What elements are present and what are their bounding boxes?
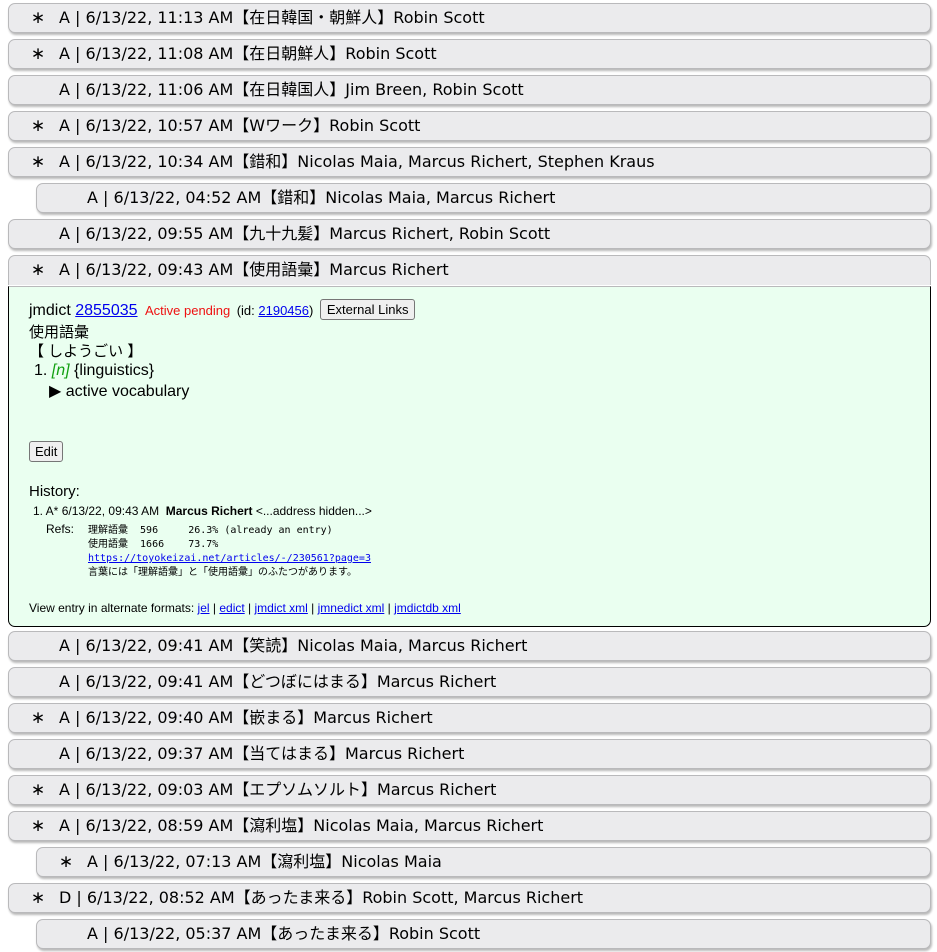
change-row[interactable]: ∗ A | 6/13/22, 09:40 AM【嵌まる】Marcus Riche… (8, 703, 931, 733)
refs-block: 理解語彙 596 26.3% (already an entry) 使用語彙 16… (88, 524, 371, 580)
change-summary: A | 6/13/22, 08:59 AM【瀉利塩】Nicolas Maia, … (59, 816, 544, 835)
entry-reading: 【 しようごい 】 (29, 343, 143, 360)
entry-id-link[interactable]: 2190456 (258, 303, 309, 318)
change-row[interactable]: A | 6/13/22, 09:41 AM【笑読】Nicolas Maia, M… (8, 631, 931, 661)
format-separator: | (244, 601, 255, 615)
history-email: <...address hidden...> (255, 504, 372, 518)
format-jel-link[interactable]: jel (198, 601, 210, 615)
alternate-formats: View entry in alternate formats: jel | e… (29, 601, 461, 615)
ref-line: 言葉には「理解語彙」と「使用語彙」のふたつがあります。 (88, 567, 357, 578)
format-jmnedict-xml-link[interactable]: jmnedict xml (318, 601, 385, 615)
ref-link[interactable]: https://toyokeizai.net/articles/-/230561… (88, 553, 371, 564)
star-icon: ∗ (30, 816, 46, 836)
ref-line: 使用語彙 1666 73.7% (88, 539, 219, 550)
change-row[interactable]: ∗ A | 6/13/22, 10:57 AM【Wワーク】Robin Scott (8, 111, 931, 141)
star-icon: ∗ (30, 780, 46, 800)
change-row-child[interactable]: A | 6/13/22, 05:37 AM【あったま来る】Robin Scott (36, 919, 931, 949)
part-of-speech: [n] (51, 362, 70, 379)
ref-line: 理解語彙 596 26.3% (already an entry) (88, 525, 333, 536)
change-summary: A | 6/13/22, 11:13 AM【在日韓国・朝鮮人】Robin Sco… (59, 8, 485, 27)
entry-sense: 1. [n] {linguistics} (34, 362, 154, 380)
sense-gloss: ▶ active vocabulary (49, 383, 190, 400)
change-summary: A | 6/13/22, 07:13 AM【瀉利塩】Nicolas Maia (87, 852, 442, 871)
change-row[interactable]: ∗ A | 6/13/22, 11:08 AM【在日朝鮮人】Robin Scot… (8, 39, 931, 69)
change-row[interactable]: A | 6/13/22, 09:41 AM【どつぼにはまる】Marcus Ric… (8, 667, 931, 697)
change-row[interactable]: ∗ D | 6/13/22, 08:52 AM【あったま来る】Robin Sco… (8, 883, 931, 913)
format-edict-link[interactable]: edict (219, 601, 244, 615)
change-summary: A | 6/13/22, 10:34 AM【錯和】Nicolas Maia, M… (59, 152, 655, 171)
format-jmdict-xml-link[interactable]: jmdict xml (255, 601, 308, 615)
history-prefix: 1. A* 6/13/22, 09:43 AM (33, 504, 160, 518)
change-summary: A | 6/13/22, 09:41 AM【笑読】Nicolas Maia, M… (59, 636, 528, 655)
change-summary: A | 6/13/22, 10:57 AM【Wワーク】Robin Scott (59, 116, 421, 135)
refs-label: Refs: (46, 522, 75, 536)
change-row[interactable]: ∗ A | 6/13/22, 11:13 AM【在日韓国・朝鮮人】Robin S… (8, 3, 931, 33)
corpus-name: jmdict (29, 302, 71, 319)
change-row[interactable]: ∗ A | 6/13/22, 10:34 AM【錯和】Nicolas Maia,… (8, 147, 931, 177)
change-summary: A | 6/13/22, 09:37 AM【当てはまる】Marcus Riche… (59, 744, 465, 763)
change-summary: A | 6/13/22, 09:41 AM【どつぼにはまる】Marcus Ric… (59, 672, 497, 691)
change-summary: A | 6/13/22, 09:03 AM【エプソムソルト】Marcus Ric… (59, 780, 497, 799)
star-icon: ∗ (30, 8, 46, 28)
format-separator: | (209, 601, 220, 615)
format-jmdictdb-xml-link[interactable]: jmdictdb xml (394, 601, 461, 615)
history-entry: 1. A* 6/13/22, 09:43 AM Marcus Richert <… (33, 504, 372, 518)
format-separator: | (384, 601, 395, 615)
entry-status: Active pending (144, 303, 231, 318)
change-summary: A | 6/13/22, 09:43 AM【使用語彙】Marcus Richer… (59, 260, 449, 279)
external-links-button[interactable]: External Links (319, 299, 416, 320)
change-row-child[interactable]: A | 6/13/22, 04:52 AM【錯和】Nicolas Maia, M… (36, 183, 931, 213)
change-row[interactable]: A | 6/13/22, 09:55 AM【九十九髪】Marcus Richer… (8, 219, 931, 249)
change-row[interactable]: ∗ A | 6/13/22, 09:03 AM【エプソムソルト】Marcus R… (8, 775, 931, 805)
entry-header: jmdict 2855035 Active pending (id: 21904… (29, 299, 416, 320)
change-row-child[interactable]: ∗ A | 6/13/22, 07:13 AM【瀉利塩】Nicolas Maia (36, 847, 931, 877)
change-summary: A | 6/13/22, 09:40 AM【嵌まる】Marcus Richert (59, 708, 433, 727)
history-user: Marcus Richert (165, 504, 253, 518)
history-label: History: (29, 483, 80, 500)
change-summary: A | 6/13/22, 05:37 AM【あったま来る】Robin Scott (87, 924, 481, 943)
formats-label: View entry in alternate formats: (29, 601, 195, 615)
id-suffix: ) (309, 303, 314, 318)
id-prefix: (id: (236, 303, 259, 318)
sense-field: {linguistics} (74, 362, 155, 379)
change-summary: A | 6/13/22, 11:08 AM【在日朝鮮人】Robin Scott (59, 44, 437, 63)
change-summary: A | 6/13/22, 04:52 AM【錯和】Nicolas Maia, M… (87, 188, 556, 207)
change-row-expanded[interactable]: ∗ A | 6/13/22, 09:43 AM【使用語彙】Marcus Rich… (8, 255, 931, 285)
format-separator: | (307, 601, 318, 615)
star-icon: ∗ (58, 852, 74, 872)
change-row[interactable]: A | 6/13/22, 09:37 AM【当てはまる】Marcus Riche… (8, 739, 931, 769)
entry-detail-panel: jmdict 2855035 Active pending (id: 21904… (8, 286, 931, 627)
sense-number: 1. (34, 362, 48, 379)
entry-kanji: 使用語彙 (29, 324, 90, 341)
entry-id: (id: 2190456) (237, 303, 314, 318)
star-icon: ∗ (30, 888, 46, 908)
star-icon: ∗ (30, 260, 46, 280)
edit-button[interactable]: Edit (29, 441, 64, 462)
change-row[interactable]: ∗ A | 6/13/22, 08:59 AM【瀉利塩】Nicolas Maia… (8, 811, 931, 841)
entry-seq-link[interactable]: 2855035 (75, 302, 137, 319)
star-icon: ∗ (30, 44, 46, 64)
change-summary: D | 6/13/22, 08:52 AM【あったま来る】Robin Scott… (59, 888, 584, 907)
change-summary: A | 6/13/22, 11:06 AM【在日韓国人】Jim Breen, R… (59, 80, 524, 99)
star-icon: ∗ (30, 116, 46, 136)
star-icon: ∗ (30, 152, 46, 172)
change-row[interactable]: A | 6/13/22, 11:06 AM【在日韓国人】Jim Breen, R… (8, 75, 931, 105)
star-icon: ∗ (30, 708, 46, 728)
change-summary: A | 6/13/22, 09:55 AM【九十九髪】Marcus Richer… (59, 224, 551, 243)
